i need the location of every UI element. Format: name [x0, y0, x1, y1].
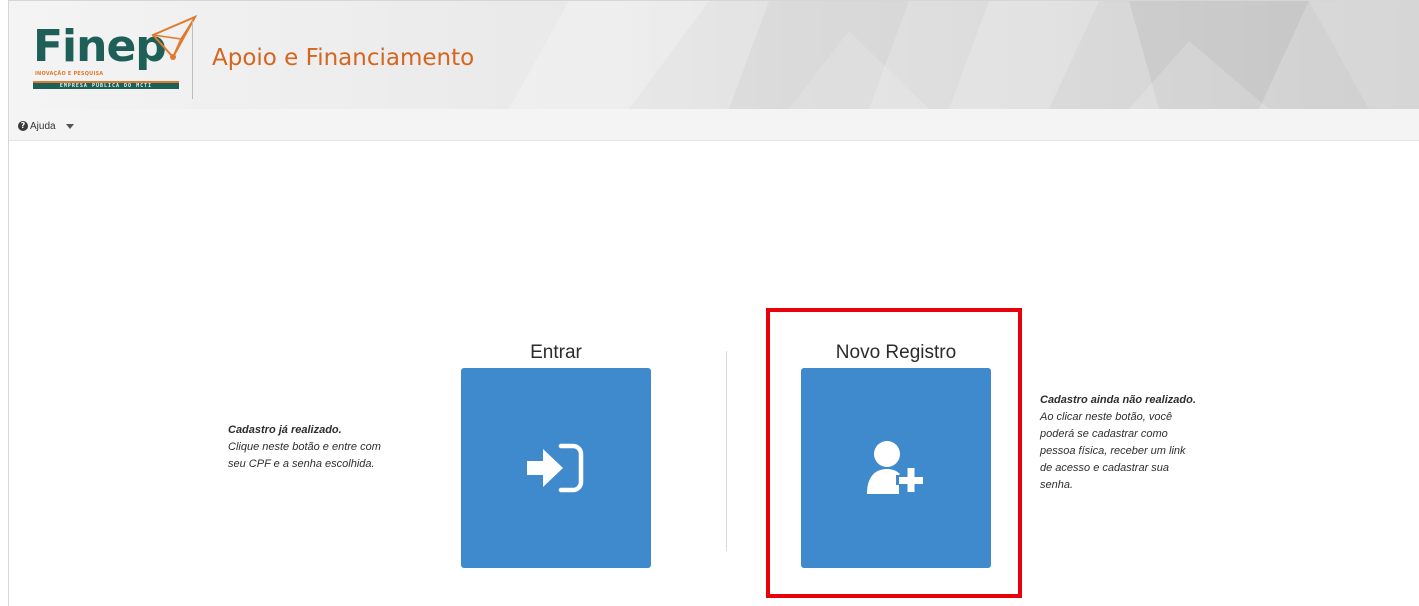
finep-logo[interactable]: Finep INOVAÇÃO E PESQUISA EMPRESA PÚBLIC… — [33, 15, 197, 105]
login-description-line: seu CPF e a senha escolhida. — [228, 458, 375, 470]
register-description-line: poderá se cadastrar como — [1040, 428, 1168, 440]
help-menu[interactable]: ? Ajuda — [18, 118, 74, 134]
question-circle-icon: ? — [18, 121, 28, 131]
register-description: Cadastro ainda não realizado. Ao clicar … — [1040, 392, 1250, 494]
section-divider — [726, 351, 727, 551]
help-menu-label: Ajuda — [30, 120, 56, 132]
register-description-lead: Cadastro ainda não realizado. — [1040, 394, 1196, 406]
menubar: ? Ajuda — [9, 109, 1419, 141]
logo-tagline: INOVAÇÃO E PESQUISA — [35, 71, 104, 77]
logo-wordmark: Finep — [33, 21, 167, 72]
login-description-line: Clique neste botão e entre com — [228, 441, 381, 453]
app-title: Apoio e Financiamento — [212, 45, 475, 71]
login-title: Entrar — [530, 342, 582, 363]
header: Finep INOVAÇÃO E PESQUISA EMPRESA PÚBLIC… — [9, 1, 1419, 109]
logo-mark-icon — [151, 15, 197, 60]
login-description: Cadastro já realizado. Clique neste botã… — [228, 422, 438, 473]
logo-bar: EMPRESA PÚBLICA DO MCTI — [33, 81, 179, 89]
sign-in-icon — [527, 443, 584, 493]
register-description-line: de acesso e cadastrar sua — [1040, 462, 1170, 474]
register-description-line: senha. — [1040, 479, 1074, 491]
login-description-lead: Cadastro já realizado. — [228, 424, 342, 436]
annotation-highlight-box — [766, 308, 1022, 598]
caret-down-icon — [65, 123, 74, 129]
register-description-line: Ao clicar neste botão, você — [1040, 411, 1173, 423]
login-button[interactable] — [461, 368, 651, 568]
brand-divider — [192, 21, 193, 99]
register-description-line: pessoa física, receber um link — [1040, 445, 1186, 457]
